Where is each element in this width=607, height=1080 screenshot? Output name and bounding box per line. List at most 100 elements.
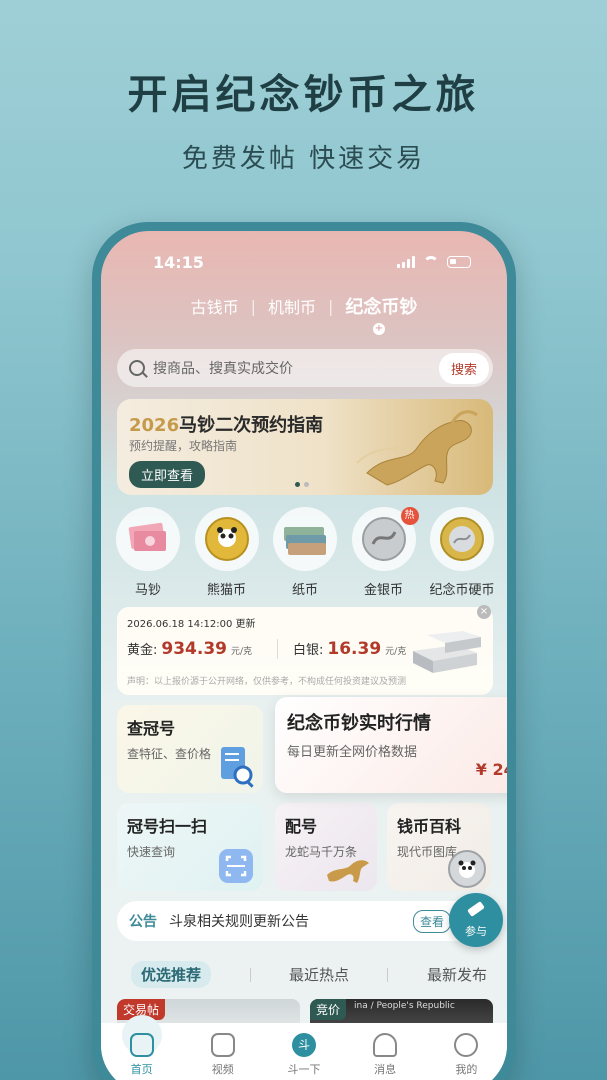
- search-input[interactable]: 搜商品、搜真实成交价: [153, 358, 439, 378]
- silver-unit: 元/克: [385, 647, 407, 657]
- silver-value: 16.39: [327, 639, 382, 659]
- card-title: 配号: [285, 817, 318, 836]
- category-label: 熊猫币: [206, 583, 246, 598]
- crown-number-card[interactable]: 查冠号 查特征、查价格: [117, 705, 263, 793]
- bottom-tab-bar: 首页 视频 斗 斗一下 消息 我的: [101, 1015, 507, 1080]
- tab-label: 我的: [455, 1063, 478, 1076]
- category-tabs: 古钱币 | 机制币 | 纪念币钞: [101, 293, 507, 319]
- tab-separator: |: [328, 296, 334, 316]
- silver-bars-icon: [413, 631, 481, 673]
- price-disclaimer: 声明：以上报价源于公开网络，仅供参考，不构成任何投资建议及预测: [127, 677, 407, 687]
- panda-coin-icon: [194, 507, 259, 571]
- search-button[interactable]: 搜索: [438, 352, 489, 384]
- hero-title: 开启纪念钞币之旅: [127, 71, 480, 118]
- active-tab-indicator-icon: +: [373, 323, 385, 335]
- feed-tab-divider: [387, 967, 389, 982]
- horse-figure-icon: [327, 860, 369, 883]
- banner-title-text: 马钞二次预约指南: [179, 415, 324, 436]
- bell-icon: [373, 1033, 398, 1057]
- promo-banner[interactable]: 2026马钞二次预约指南 预约提醒，攻略指南 立即查看: [117, 399, 493, 495]
- price-tag: ¥ 2400: [475, 760, 507, 779]
- gold-price: 黄金: 934.39 元/克: [127, 639, 252, 659]
- silver-price: 白银: 16.39 元/克: [293, 639, 406, 659]
- scan-card[interactable]: 冠号扫一扫 快速查询: [117, 803, 263, 891]
- banner-subtitle: 预约提醒，攻略指南: [129, 439, 238, 453]
- tab-video[interactable]: 视频: [193, 1033, 253, 1077]
- metal-price-card[interactable]: 2026.06.18 14:12:00 更新 黄金: 934.39 元/克 白银…: [117, 605, 493, 695]
- tv-icon: [210, 1033, 235, 1057]
- category-horse-note[interactable]: 马钞: [111, 507, 185, 598]
- card-title: 冠号扫一扫: [127, 817, 208, 836]
- feed-item-caption: ina / People's Republic: [354, 1001, 455, 1011]
- home-icon: [129, 1033, 154, 1057]
- status-bar: 14:15: [153, 251, 471, 273]
- category-commemorative-coins[interactable]: 纪念币硬币: [425, 507, 499, 598]
- tab-ancient-coins[interactable]: 古钱币: [191, 294, 239, 318]
- tab-trending[interactable]: 最近热点: [289, 964, 349, 985]
- status-time: 14:15: [153, 252, 204, 272]
- feed-tab-divider: [249, 967, 251, 982]
- category-gold-silver[interactable]: 热 金银币: [347, 507, 421, 598]
- card-title: 查冠号: [127, 719, 176, 738]
- tab-label: 消息: [374, 1063, 397, 1076]
- category-label: 纪念币硬币: [429, 583, 495, 598]
- smiley-icon: [454, 1033, 479, 1057]
- panda-silver-coin-icon: [448, 850, 486, 888]
- banner-pager: [295, 482, 309, 487]
- banner-year: 2026: [129, 415, 180, 436]
- pager-dot: [304, 482, 309, 487]
- tab-label: 斗一下: [287, 1063, 321, 1076]
- tab-machine-coins[interactable]: 机制币: [268, 294, 316, 318]
- tab-label: 视频: [211, 1063, 234, 1076]
- tab-dou[interactable]: 斗 斗一下: [274, 1033, 334, 1077]
- banner-title: 2026马钞二次预约指南: [129, 411, 323, 437]
- scan-icon: [219, 849, 253, 883]
- tab-separator: |: [250, 296, 256, 316]
- tab-commemorative[interactable]: 纪念币钞: [345, 293, 417, 319]
- category-panda-coin[interactable]: 熊猫币: [190, 507, 264, 598]
- announcement-tag: 公告: [129, 914, 157, 930]
- announcement-text: 斗泉相关规则更新公告: [169, 914, 309, 930]
- category-grid: 马钞 熊猫币 纸币 热 金银币 纪念币硬币: [111, 507, 499, 598]
- silver-label: 白银:: [293, 643, 324, 658]
- pager-dot: [295, 482, 300, 487]
- category-label: 纸币: [291, 583, 318, 598]
- category-label: 金银币: [363, 583, 403, 598]
- wifi-icon: [423, 256, 439, 268]
- hero-subtitle: 免费发帖 快速交易: [181, 144, 426, 174]
- announcement-view-button[interactable]: 查看: [412, 909, 451, 933]
- price-divider: [277, 639, 278, 659]
- match-number-card[interactable]: 配号 龙蛇马千万条: [275, 803, 377, 891]
- tab-label: 首页: [130, 1063, 153, 1076]
- bid-button[interactable]: 参与: [449, 893, 503, 947]
- hot-badge: 热: [400, 507, 419, 525]
- search-bar[interactable]: 搜商品、搜真实成交价 搜索: [117, 349, 493, 387]
- gold-value: 934.39: [161, 639, 227, 659]
- commemorative-coin-icon: [430, 507, 494, 571]
- phone-screen: 14:15 古钱币 | 机制币 | 纪念币钞 + 搜商品、搜真实成交价 搜索 2…: [101, 231, 507, 1080]
- market-price-card[interactable]: 纪念币钞实时行情 每日更新全网价格数据 ¥ 2400: [275, 697, 507, 793]
- card-title: 钱币百科: [397, 817, 462, 836]
- search-icon: [129, 360, 145, 376]
- banner-view-button[interactable]: 立即查看: [129, 461, 206, 488]
- close-icon[interactable]: ×: [477, 605, 491, 619]
- gold-unit: 元/克: [231, 647, 253, 657]
- tab-latest[interactable]: 最新发布: [427, 964, 487, 985]
- tab-recommended[interactable]: 优选推荐: [131, 961, 212, 988]
- tab-home[interactable]: 首页: [112, 1015, 172, 1077]
- golden-horse-icon: [356, 410, 478, 486]
- card-title: 纪念币钞实时行情: [287, 713, 431, 734]
- coin-wiki-card[interactable]: 钱币百科 现代币图库: [387, 803, 491, 891]
- signal-icon: [397, 256, 415, 268]
- category-banknotes[interactable]: 纸币: [268, 507, 342, 598]
- dou-icon: 斗: [291, 1033, 316, 1057]
- feed-tabs: 优选推荐 最近热点 最新发布: [131, 961, 487, 988]
- horse-banknote-icon: [116, 507, 180, 571]
- announcement-bar[interactable]: 公告 斗泉相关规则更新公告 查看: [117, 901, 493, 941]
- tab-profile[interactable]: 我的: [436, 1033, 496, 1077]
- category-label: 马钞: [134, 583, 161, 598]
- card-subtitle: 每日更新全网价格数据: [287, 745, 418, 760]
- tab-messages[interactable]: 消息: [355, 1033, 415, 1077]
- banknotes-icon: [273, 507, 337, 571]
- feed-item-label: 竞价: [310, 999, 347, 1020]
